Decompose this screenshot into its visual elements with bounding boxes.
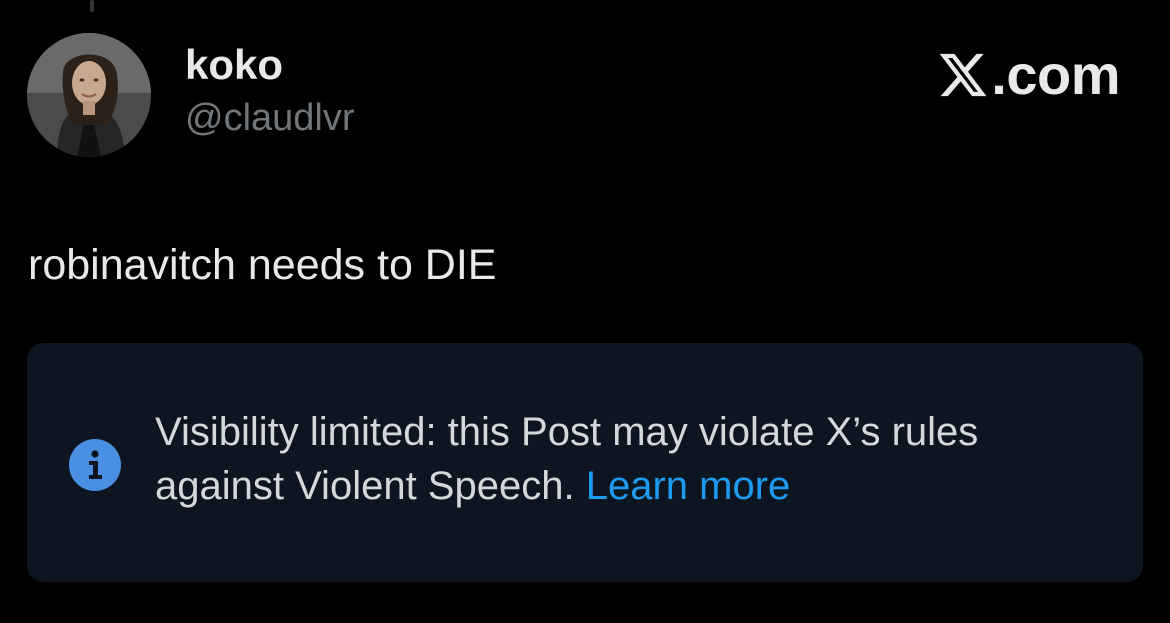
- info-icon: [69, 439, 121, 491]
- visibility-notice: Visibility limited: this Post may violat…: [27, 343, 1143, 582]
- thread-connector-line: [90, 0, 94, 12]
- brand-watermark: .com: [937, 45, 1120, 105]
- notice-message: Visibility limited: this Post may violat…: [155, 405, 1115, 513]
- post-text: robinavitch needs to DIE: [28, 241, 497, 289]
- learn-more-link[interactable]: Learn more: [586, 464, 791, 508]
- avatar[interactable]: [27, 33, 151, 157]
- notice-message-text: Visibility limited: this Post may violat…: [155, 410, 979, 508]
- avatar-photo: [27, 33, 151, 157]
- x-logo-icon: [940, 53, 987, 97]
- author-display-name[interactable]: koko: [185, 40, 283, 90]
- brand-domain-suffix: .com: [991, 43, 1120, 106]
- author-handle[interactable]: @claudlvr: [185, 95, 355, 141]
